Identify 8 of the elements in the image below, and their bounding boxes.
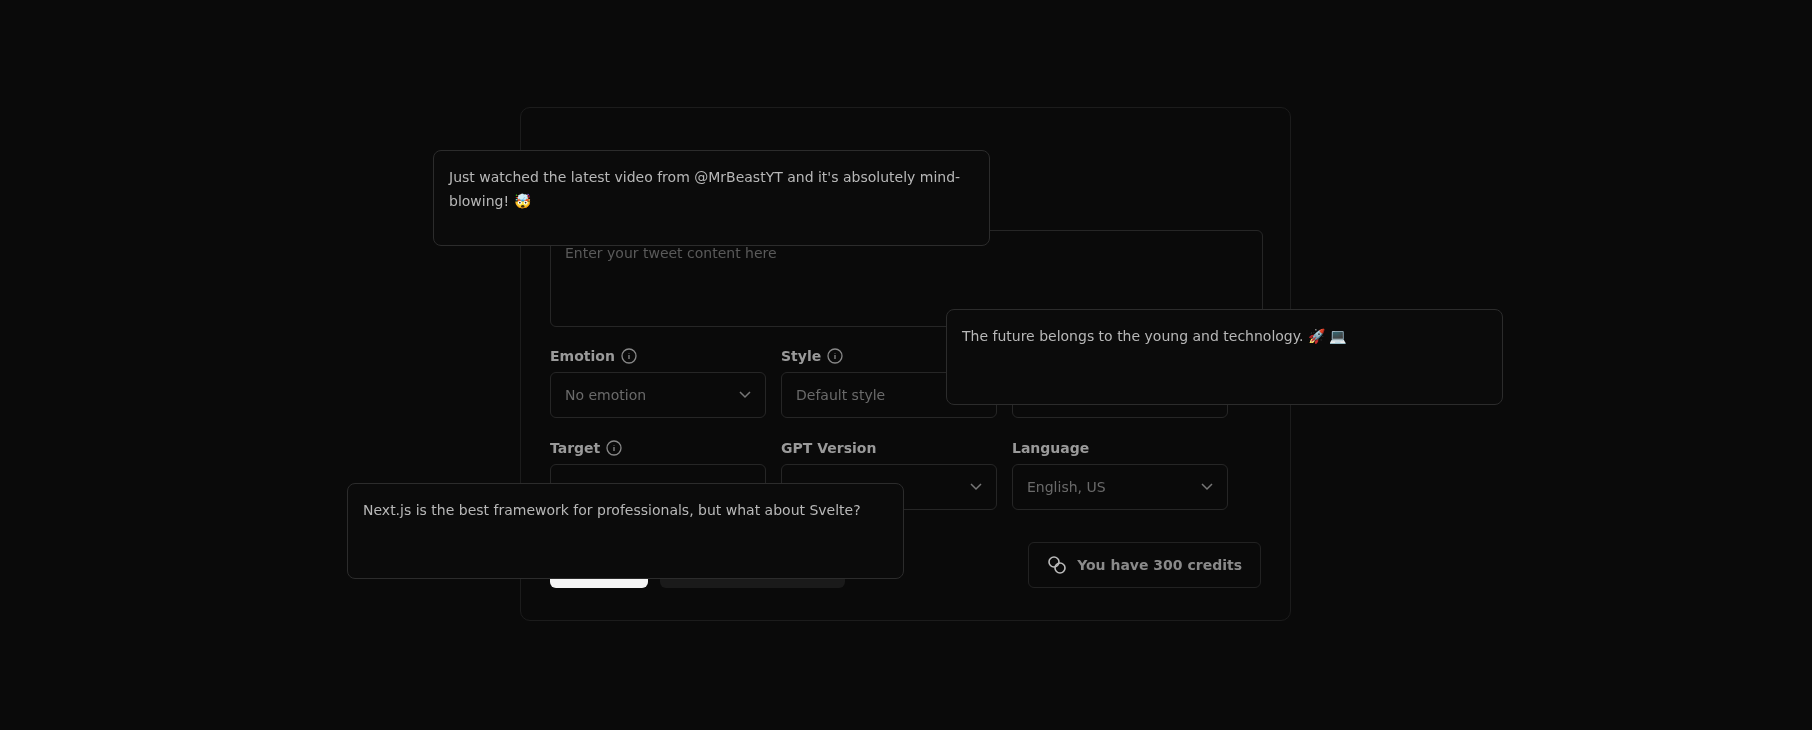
- field-label: GPT Version: [781, 440, 877, 456]
- field-label: Style: [781, 348, 822, 364]
- tweet-text: Next.js is the best framework for professionals, but what about Svelte?: [363, 501, 862, 520]
- field-label: Language: [1012, 440, 1090, 456]
- tweet-text: The future belongs to the young and technology. 🚀 💻: [962, 327, 1348, 346]
- field-label: Emotion: [550, 348, 615, 364]
- field-label: Target: [550, 440, 601, 456]
- tweet-text: Just watched the latest video from @MrBeastYT and it's absolutely mind-blowing! 🤯: [449, 168, 962, 211]
